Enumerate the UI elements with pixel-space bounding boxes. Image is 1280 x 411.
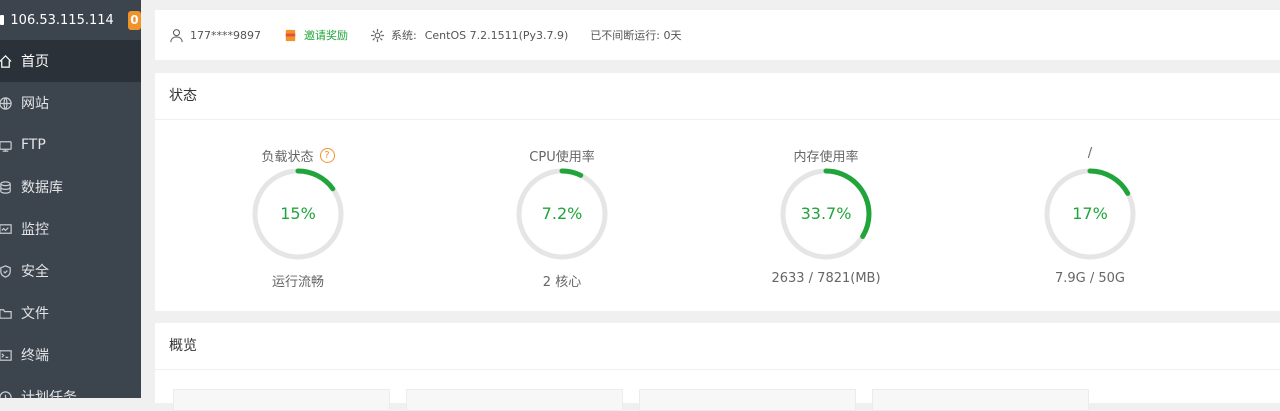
server-ip: 106.53.115.114 (10, 12, 114, 28)
gauge-value: 15% (280, 204, 316, 223)
server-icon (0, 15, 5, 25)
gauge-title-text: 内存使用率 (793, 150, 859, 165)
sidebar-nav: 首页网站 FTP 数据库监控安全文件终端计划任务 (0, 40, 141, 398)
ftp-icon (0, 137, 13, 153)
overview-tile[interactable] (872, 389, 1089, 411)
gauge-title-text: 负载状态 (261, 150, 314, 165)
sidebar-item-8[interactable]: 计划任务 (0, 376, 141, 398)
gauge-subtitle: 运行流畅 (271, 275, 324, 290)
shield-icon (0, 263, 13, 279)
uptime-text: 已不间断运行: 0天 (590, 29, 682, 42)
main-content: 177****9897 邀请奖励 系统: CentOS 7.2.1511(Py3… (155, 0, 1280, 411)
invite-link[interactable]: 邀请奖励 (283, 27, 348, 43)
overview-title: 概览 (155, 323, 1280, 370)
sidebar: 106.53.115.114 0 首页网站 FTP 数据库监控安全文件终端计划任务 (0, 0, 141, 398)
sidebar-item-label: FTP (21, 137, 46, 153)
folder-icon (0, 305, 13, 321)
gauge-subtitle: 2633 / 7821(MB) (771, 271, 881, 286)
sidebar-item-4[interactable]: 监控 (0, 208, 141, 250)
server-header[interactable]: 106.53.115.114 0 (0, 0, 141, 40)
gauge-title: 内存使用率 (751, 146, 901, 165)
gauge-row: 负载状态? 15% 运行流畅 CPU使用率 7.2% 2 核心 内存使用率 33.7% 2633… (155, 120, 1280, 310)
sidebar-item-7[interactable]: 终端 (0, 334, 141, 376)
gear-icon (370, 28, 385, 42)
gauge-title-text: CPU使用率 (529, 150, 595, 165)
monitor-icon (0, 221, 13, 237)
gauge-value: 17% (1072, 204, 1108, 223)
terminal-icon (0, 347, 13, 363)
user-icon (170, 28, 183, 42)
gauge-value: 33.7% (800, 204, 852, 223)
status-card: 状态 负载状态? 15% 运行流畅 CPU使用率 7.2% 2 核心 内存使用率 33.7% 2… (155, 73, 1280, 311)
sidebar-item-label: 计划任务 (21, 390, 77, 398)
sidebar-item-label: 终端 (21, 348, 49, 364)
sidebar-item-label: 数据库 (21, 180, 63, 196)
user-info[interactable]: 177****9897 (169, 28, 261, 43)
invite-label: 邀请奖励 (304, 29, 348, 42)
user-phone: 177****9897 (190, 28, 261, 42)
gauge-value: 7.2% (541, 204, 583, 223)
sidebar-item-1[interactable]: 网站 (0, 82, 141, 124)
system-value: CentOS 7.2.1511(Py3.7.9) (424, 28, 569, 42)
sidebar-item-6[interactable]: 文件 (0, 292, 141, 334)
sidebar-item-label: 监控 (21, 222, 49, 238)
globe-icon (0, 95, 13, 111)
overview-tile[interactable] (639, 389, 856, 411)
gauge-title: CPU使用率 (487, 146, 637, 165)
sidebar-item-label: 首页 (21, 54, 49, 70)
overview-card: 概览 (155, 323, 1280, 411)
sidebar-item-5[interactable]: 安全 (0, 250, 141, 292)
overview-tile[interactable] (406, 389, 623, 411)
status-title: 状态 (155, 73, 1280, 120)
sidebar-item-label: 安全 (21, 264, 49, 280)
sidebar-item-0[interactable]: 首页 (0, 40, 141, 82)
help-icon[interactable]: ? (319, 148, 335, 163)
clock-icon (0, 389, 13, 398)
gauge-subtitle: 7.9G / 50G (1054, 271, 1125, 286)
notification-badge[interactable]: 0 (127, 10, 141, 30)
sidebar-item-3[interactable]: 数据库 (0, 166, 141, 208)
gauge-title-text: / (1087, 146, 1093, 161)
gift-icon (285, 29, 296, 41)
gauge-subtitle: 2 核心 (542, 275, 582, 290)
sidebar-item-label: 文件 (21, 306, 49, 322)
sidebar-item-2[interactable]: FTP (0, 124, 141, 166)
info-bar: 177****9897 邀请奖励 系统: CentOS 7.2.1511(Py3… (155, 10, 1280, 60)
sidebar-item-label: 网站 (21, 96, 49, 112)
gauge-title: / (1015, 146, 1165, 161)
overview-tile[interactable] (173, 389, 390, 411)
system-info: 系统: CentOS 7.2.1511(Py3.7.9) (370, 27, 568, 43)
system-label: 系统: (391, 29, 417, 42)
uptime: 已不间断运行: 0天 (590, 27, 681, 43)
home-icon (0, 53, 13, 69)
database-icon (0, 179, 13, 195)
gauge-title: 负载状态? (223, 146, 373, 165)
